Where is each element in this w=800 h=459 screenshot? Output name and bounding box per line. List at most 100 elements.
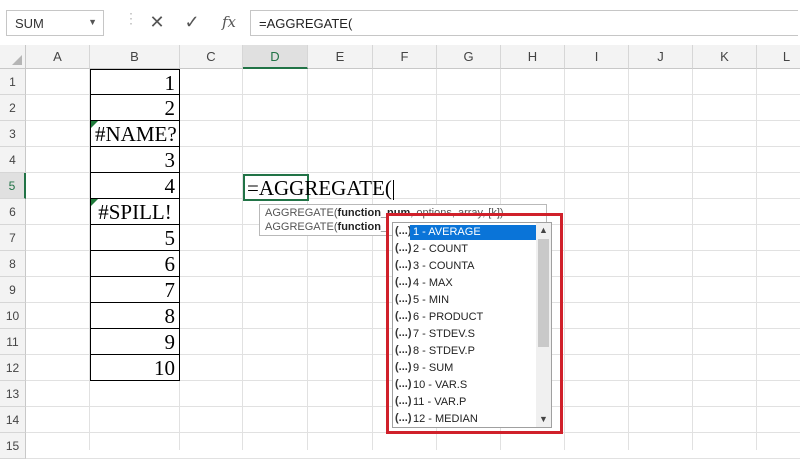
gridline-vertical — [628, 69, 629, 450]
autocomplete-item[interactable]: (...) 6 - PRODUCT — [393, 309, 536, 326]
autocomplete-item-label: 2 - COUNT — [413, 243, 468, 255]
row-header-15[interactable]: 15 — [0, 433, 26, 459]
row-header-14[interactable]: 14 — [0, 407, 26, 433]
column-header-d[interactable]: D — [243, 45, 308, 69]
gridline-vertical — [307, 69, 308, 450]
select-all-icon — [12, 55, 22, 65]
column-header-a[interactable]: A — [26, 45, 90, 69]
autocomplete-item-label: 4 - MAX — [413, 277, 453, 289]
row-header-7[interactable]: 7 — [0, 225, 26, 251]
column-header-i[interactable]: I — [565, 45, 629, 69]
column-header-k[interactable]: K — [693, 45, 757, 69]
row-header-10[interactable]: 10 — [0, 303, 26, 329]
cell-b8[interactable]: 6 — [90, 251, 180, 277]
autocomplete-item-label: 8 - STDEV.P — [413, 345, 475, 357]
column-header-l[interactable]: L — [757, 45, 800, 69]
error-indicator-icon[interactable] — [91, 121, 98, 128]
scroll-up-icon[interactable]: ▲ — [538, 225, 549, 236]
argument-option-icon: (...) — [395, 361, 412, 373]
column-header-h[interactable]: H — [501, 45, 565, 69]
cell-b3[interactable]: #NAME? — [90, 121, 180, 147]
cell-b12[interactable]: 10 — [90, 355, 180, 381]
autocomplete-item[interactable]: (...) 5 - MIN — [393, 292, 536, 309]
cell-b6[interactable]: #SPILL! — [90, 199, 180, 225]
gridline-vertical — [372, 69, 373, 450]
formula-bar: SUM ▼ ⋮ ✕ ✓ fx =AGGREGATE( — [0, 0, 800, 46]
row-header-12[interactable]: 12 — [0, 355, 26, 381]
argument-option-icon: (...) — [395, 378, 412, 390]
cell-b2[interactable]: 2 — [90, 95, 180, 121]
cell-b7[interactable]: 5 — [90, 225, 180, 251]
active-cell-text: =AGGREGATE( — [247, 176, 394, 201]
autocomplete-item[interactable]: (...) 10 - VAR.S — [393, 377, 536, 394]
argument-option-icon: (...) — [395, 344, 412, 356]
autocomplete-scrollbar[interactable]: ▲ ▼ — [536, 223, 551, 427]
argument-option-icon: (...) — [395, 412, 412, 424]
cell-value: #NAME? — [95, 122, 177, 146]
cancel-button[interactable]: ✕ — [146, 11, 168, 33]
enter-button[interactable]: ✓ — [181, 11, 203, 33]
cell-value: 1 — [164, 71, 176, 95]
scroll-down-icon[interactable]: ▼ — [538, 414, 549, 425]
column-header-c[interactable]: C — [180, 45, 243, 69]
gridline-vertical — [756, 69, 757, 450]
autocomplete-item-label: 1 - AVERAGE — [410, 225, 536, 240]
column-header-b[interactable]: B — [90, 45, 180, 69]
cell-value: 5 — [164, 226, 176, 250]
column-header-g[interactable]: G — [437, 45, 501, 69]
row-header-8[interactable]: 8 — [0, 251, 26, 277]
insert-function-button[interactable]: fx — [218, 11, 240, 33]
autocomplete-item-label: 6 - PRODUCT — [413, 311, 484, 323]
autocomplete-item[interactable]: (...) 9 - SUM — [393, 360, 536, 377]
autocomplete-item[interactable]: (...) 7 - STDEV.S — [393, 326, 536, 343]
row-header-2[interactable]: 2 — [0, 95, 26, 121]
column-header-j[interactable]: J — [629, 45, 693, 69]
column-header-e[interactable]: E — [308, 45, 373, 69]
autocomplete-item[interactable]: (...) 3 - COUNTA — [393, 258, 536, 275]
cell-value: 9 — [164, 330, 176, 354]
scroll-thumb[interactable] — [538, 239, 549, 347]
cell-b10[interactable]: 8 — [90, 303, 180, 329]
autocomplete-item[interactable]: (...) 11 - VAR.P — [393, 394, 536, 411]
row-header-6[interactable]: 6 — [0, 199, 26, 225]
argument-option-icon: (...) — [395, 310, 412, 322]
column-header-f[interactable]: F — [373, 45, 437, 69]
row-header-1[interactable]: 1 — [0, 69, 26, 95]
cell-b4[interactable]: 3 — [90, 147, 180, 173]
autocomplete-item[interactable]: (...) 8 - STDEV.P — [393, 343, 536, 360]
gridline-vertical — [564, 69, 565, 450]
name-box[interactable]: SUM ▼ — [6, 10, 104, 36]
autocomplete-item[interactable]: (...) 4 - MAX — [393, 275, 536, 292]
row-header-11[interactable]: 11 — [0, 329, 26, 355]
cell-b9[interactable]: 7 — [90, 277, 180, 303]
autocomplete-list[interactable]: (...) 1 - AVERAGE (...) 2 - COUNT (...) 3 - C… — [392, 222, 552, 428]
cell-value: 6 — [164, 252, 176, 276]
row-header-9[interactable]: 9 — [0, 277, 26, 303]
row-header-5[interactable]: 5 — [0, 173, 26, 199]
gridline-vertical — [692, 69, 693, 450]
chevron-down-icon[interactable]: ▼ — [88, 17, 97, 27]
autocomplete-item[interactable]: (...) 2 - COUNT — [393, 241, 536, 258]
autocomplete-item[interactable]: (...) 1 - AVERAGE — [393, 224, 536, 241]
cell-value: 2 — [164, 96, 176, 120]
autocomplete-item[interactable]: (...) 12 - MEDIAN — [393, 411, 536, 427]
argument-option-icon: (...) — [395, 395, 412, 407]
cell-b5[interactable]: 4 — [90, 173, 180, 199]
cell-b1[interactable]: 1 — [90, 69, 180, 95]
active-cell-d5[interactable]: =AGGREGATE( — [243, 174, 394, 201]
argument-option-icon: (...) — [395, 259, 412, 271]
error-indicator-icon[interactable] — [91, 199, 98, 206]
text-cursor — [392, 180, 394, 201]
row-header-4[interactable]: 4 — [0, 147, 26, 173]
select-all-button[interactable] — [0, 45, 26, 69]
row-header-13[interactable]: 13 — [0, 381, 26, 407]
argument-option-icon: (...) — [395, 276, 412, 288]
formula-input[interactable]: =AGGREGATE( — [250, 10, 798, 36]
formula-text: =AGGREGATE( — [259, 16, 353, 31]
row-header-3[interactable]: 3 — [0, 121, 26, 147]
cell-b11[interactable]: 9 — [90, 329, 180, 355]
autocomplete-item-label: 11 - VAR.P — [413, 396, 467, 408]
argument-option-icon: (...) — [395, 327, 412, 339]
autocomplete-item-label: 9 - SUM — [413, 362, 454, 374]
cell-value: 8 — [164, 304, 176, 328]
